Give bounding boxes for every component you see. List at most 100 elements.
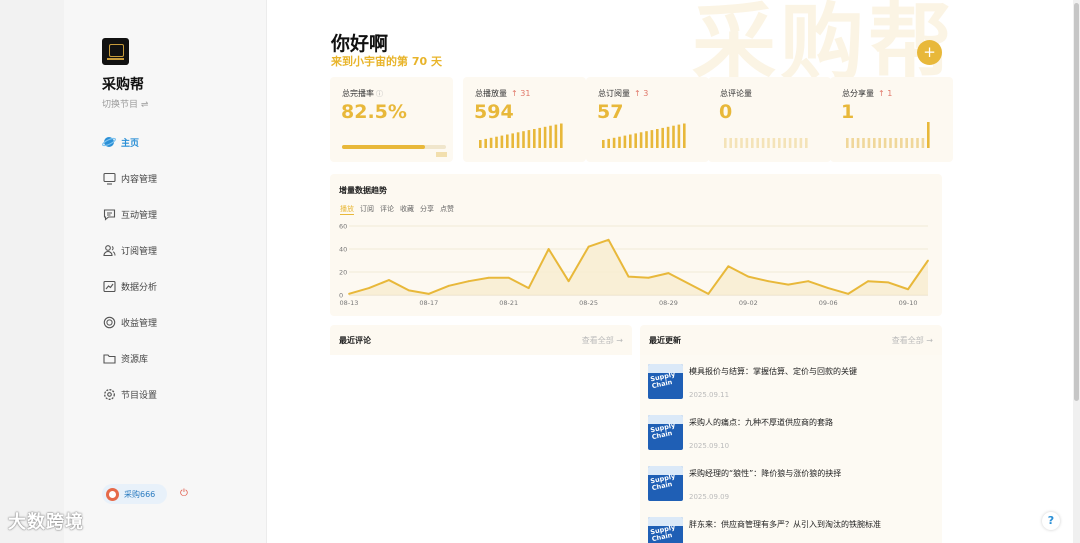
x-tick-label: 08-13 bbox=[340, 299, 359, 307]
data-point[interactable] bbox=[667, 272, 670, 275]
stat-card-completion[interactable]: 总完播率 ⓘ 82.5% bbox=[330, 77, 453, 162]
series-area bbox=[349, 239, 928, 295]
sidebar-item-library[interactable]: 资源库 bbox=[102, 340, 157, 376]
stat-card-shares[interactable]: 总分享量 ↑ 1 1 bbox=[830, 77, 953, 162]
sparkline-bar bbox=[500, 135, 504, 148]
scrollbar-thumb[interactable] bbox=[1074, 3, 1079, 401]
sparkline-bar bbox=[894, 138, 898, 148]
data-point[interactable] bbox=[847, 292, 850, 295]
sparkline-bar bbox=[889, 138, 892, 148]
data-point[interactable] bbox=[427, 292, 430, 295]
add-button[interactable]: + bbox=[917, 40, 942, 65]
episode-thumbnail: Supply Chain bbox=[648, 364, 683, 399]
data-point[interactable] bbox=[707, 292, 710, 295]
data-point[interactable] bbox=[587, 245, 590, 248]
trend-chart: 020406008-13 08-17 08-21 08-25 08-29 09-02 09-… bbox=[339, 223, 929, 307]
sparkline-comments bbox=[724, 138, 808, 148]
data-point[interactable] bbox=[607, 238, 610, 241]
data-point[interactable] bbox=[368, 287, 370, 289]
stat-label: 总订阅量 ↑ 3 bbox=[598, 89, 649, 98]
switch-program-link[interactable]: 切换节目 ⇌ bbox=[102, 97, 148, 110]
data-point[interactable] bbox=[348, 292, 350, 295]
folder-icon bbox=[102, 351, 116, 365]
sparkline-bar bbox=[479, 140, 482, 148]
sparkline-bar bbox=[527, 130, 531, 148]
sidebar-nav: 主页 内容管理 互动管理 订阅管理 数据分析 收益管理 资源库 节目设置 bbox=[102, 124, 157, 412]
data-point[interactable] bbox=[687, 282, 690, 285]
chat-icon bbox=[102, 207, 116, 221]
logout-power-icon[interactable]: ⏻ bbox=[180, 488, 188, 499]
data-point[interactable] bbox=[807, 280, 810, 283]
sparkline-bar bbox=[549, 125, 552, 148]
sidebar-item-home[interactable]: 主页 bbox=[102, 124, 157, 160]
sidebar-item-interaction[interactable]: 互动管理 bbox=[102, 196, 157, 232]
data-point[interactable] bbox=[827, 287, 830, 289]
sparkline-bar bbox=[862, 138, 865, 148]
page-scrollbar[interactable] bbox=[1073, 0, 1080, 543]
sparkline-bar bbox=[751, 138, 754, 148]
sparkline-bar bbox=[873, 138, 876, 148]
sparkline-bar bbox=[756, 138, 759, 148]
data-point[interactable] bbox=[927, 259, 929, 262]
sparkline-bar bbox=[607, 138, 610, 148]
panel-title: 最近评论 bbox=[339, 336, 371, 345]
data-point[interactable] bbox=[507, 276, 510, 279]
progress-tag bbox=[436, 152, 447, 157]
sparkline-bar bbox=[767, 138, 770, 148]
episode-title: 采购经理的“狼性”：降价狼与涨价狼的抉择 bbox=[689, 469, 842, 478]
data-point[interactable] bbox=[647, 276, 650, 279]
data-point[interactable] bbox=[527, 287, 530, 289]
stat-card-subscriptions[interactable]: 总订阅量 ↑ 3 57 bbox=[586, 77, 709, 162]
monitor-icon bbox=[102, 171, 116, 185]
data-point[interactable] bbox=[388, 279, 390, 281]
data-point[interactable] bbox=[887, 281, 889, 284]
help-button[interactable]: ? bbox=[1042, 512, 1060, 530]
page-title: 你好啊 bbox=[331, 33, 389, 55]
x-tick-label: 08-25 bbox=[579, 299, 598, 307]
data-point[interactable] bbox=[747, 275, 750, 278]
sidebar-item-label: 互动管理 bbox=[121, 210, 158, 221]
data-point[interactable] bbox=[767, 280, 770, 283]
coin-icon bbox=[102, 315, 116, 329]
thumbnail-text: Supply Chain bbox=[649, 523, 676, 543]
data-point[interactable] bbox=[547, 248, 550, 250]
sidebar-item-subscriptions[interactable]: 订阅管理 bbox=[102, 232, 157, 268]
episode-title: 模具报价与结算：掌握估算、定价与回款的关键 bbox=[689, 367, 857, 376]
sidebar-item-revenue[interactable]: 收益管理 bbox=[102, 304, 157, 340]
sparkline-bar bbox=[533, 129, 536, 148]
view-all-comments-link[interactable]: 查看全部 → bbox=[582, 335, 623, 346]
sparkline-bar bbox=[656, 129, 659, 148]
data-point[interactable] bbox=[487, 276, 490, 279]
sidebar-item-analytics[interactable]: 数据分析 bbox=[102, 268, 157, 304]
data-point[interactable] bbox=[567, 280, 570, 283]
panel-title: 最近更新 bbox=[649, 336, 681, 345]
stat-card-comments[interactable]: 总评论量 0 bbox=[708, 77, 831, 162]
comments-list bbox=[330, 355, 632, 543]
stat-card-plays[interactable]: 总播放量 ↑ 31 594 bbox=[463, 77, 586, 162]
data-point[interactable] bbox=[727, 265, 730, 268]
data-point[interactable] bbox=[467, 280, 470, 283]
data-point[interactable] bbox=[447, 284, 450, 287]
stat-value: 82.5% bbox=[341, 101, 407, 123]
brand-logo bbox=[102, 38, 129, 65]
sparkline-bar bbox=[905, 138, 908, 148]
sparkline-bar bbox=[724, 138, 727, 148]
data-point[interactable] bbox=[907, 288, 909, 291]
data-point[interactable] bbox=[627, 275, 630, 278]
data-point[interactable] bbox=[867, 280, 870, 283]
data-point[interactable] bbox=[787, 283, 790, 286]
sparkline-bar bbox=[489, 137, 493, 148]
sidebar-item-settings[interactable]: 节目设置 bbox=[102, 376, 157, 412]
data-point[interactable] bbox=[407, 289, 410, 292]
user-profile-pill[interactable]: 采购666 bbox=[102, 484, 167, 504]
sparkline-bar bbox=[805, 138, 808, 148]
info-icon[interactable]: ⓘ bbox=[376, 90, 383, 98]
sparkline-bar bbox=[639, 132, 643, 148]
sidebar-item-content[interactable]: 内容管理 bbox=[102, 160, 157, 196]
sparkline-bar bbox=[883, 138, 887, 148]
view-all-updates-link[interactable]: 查看全部 → bbox=[892, 335, 933, 346]
sparkline-bar bbox=[856, 138, 860, 148]
sidebar-item-label: 订阅管理 bbox=[121, 246, 158, 257]
sparkline-bar bbox=[772, 138, 776, 148]
sparkline-bar bbox=[916, 138, 919, 148]
